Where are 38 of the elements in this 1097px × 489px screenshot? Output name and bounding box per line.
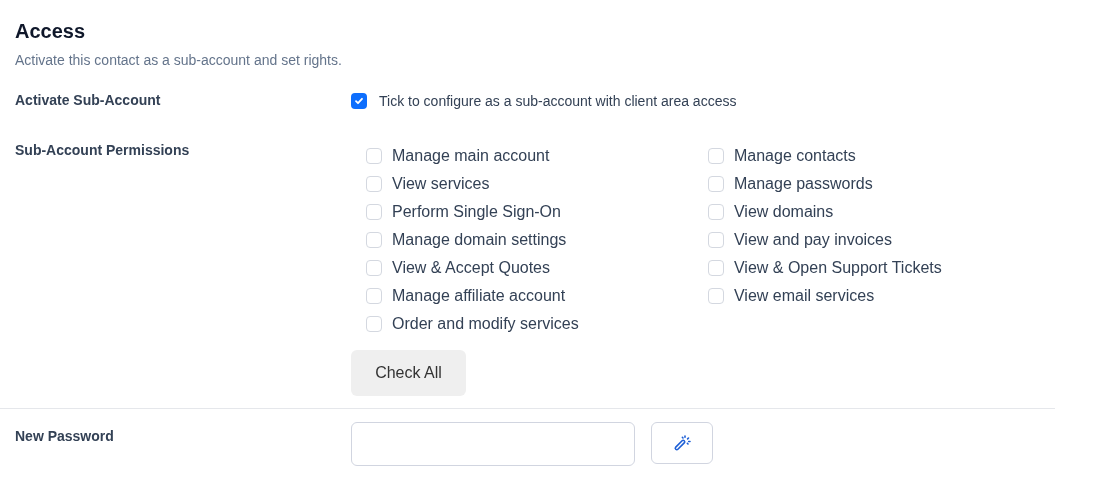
checkbox-label: View email services [733, 286, 875, 306]
checkbox-label: Manage passwords [733, 174, 873, 194]
field-label: New Password [15, 428, 114, 444]
checkbox-label: Tick to configure as a sub-account with client area access [379, 91, 737, 111]
checkbox[interactable] [366, 288, 382, 304]
checkbox[interactable] [707, 288, 724, 304]
checkbox[interactable] [366, 148, 382, 164]
checkbox[interactable] [707, 204, 724, 220]
password-field[interactable] [351, 422, 635, 466]
field-label: Activate Sub-Account [15, 92, 161, 108]
checkbox-label: View and pay invoices [733, 230, 892, 250]
checkbox-label: View & Open Support Tickets [733, 258, 942, 278]
checkbox[interactable] [366, 204, 382, 220]
checkbox-label: Manage main account [392, 146, 550, 166]
checkbox[interactable] [707, 260, 724, 276]
checkbox[interactable] [366, 176, 382, 192]
checkbox[interactable] [366, 316, 382, 332]
section-description: Activate this contact as a sub-account and set rights. [15, 51, 343, 70]
checkbox[interactable] [707, 148, 724, 164]
generate-password-button[interactable] [651, 422, 713, 464]
checkbox-label: Order and modify services [392, 314, 579, 334]
checkbox[interactable] [366, 232, 382, 248]
checkbox-label: Manage domain settings [392, 230, 567, 250]
section-title: Access [15, 19, 87, 44]
check-all-button[interactable]: Check All [351, 350, 466, 396]
checkbox-label: Perform Single Sign-On [392, 202, 561, 222]
checkbox[interactable] [351, 93, 367, 109]
checkbox[interactable] [707, 176, 724, 192]
checkbox[interactable] [707, 232, 724, 248]
magic-wand-icon [672, 433, 692, 453]
checkbox-label: Manage affiliate account [392, 286, 566, 306]
field-label: Sub-Account Permissions [15, 142, 190, 158]
checkbox-label: View domains [733, 202, 834, 222]
checkbox-label: View & Accept Quotes [392, 258, 550, 278]
checkbox-label: Manage contacts [733, 146, 856, 166]
checkbox-label: View services [392, 174, 490, 194]
check-icon [354, 96, 364, 106]
checkbox[interactable] [366, 260, 382, 276]
